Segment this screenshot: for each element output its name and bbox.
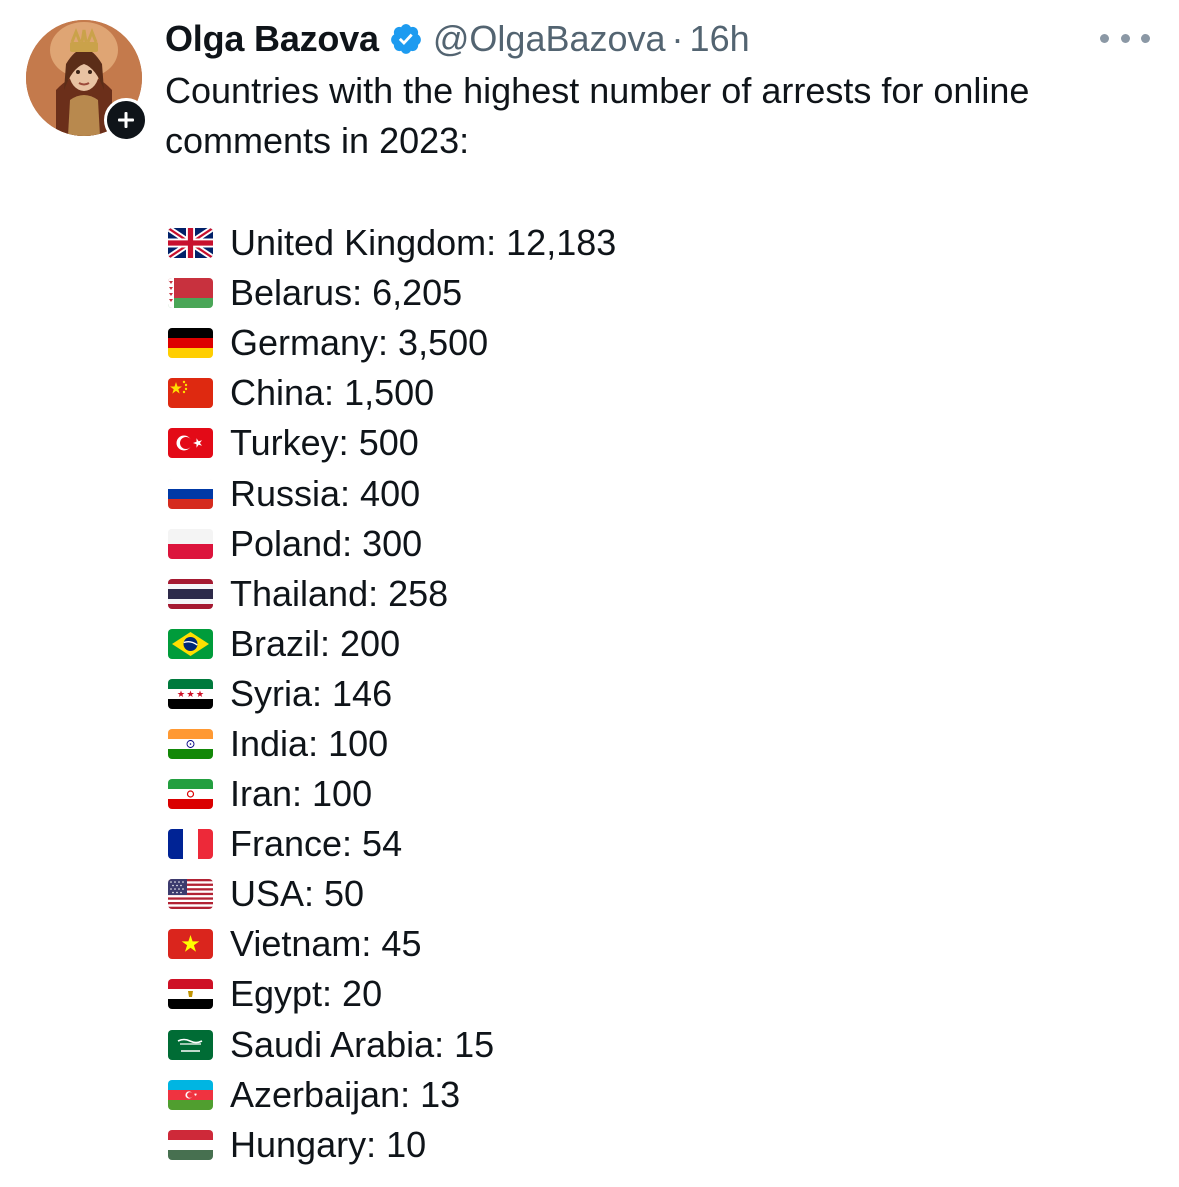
list-item: China: 1,500 [168, 368, 616, 418]
header-separator: · [671, 18, 684, 59]
list-item: USA: 50 [168, 869, 616, 919]
follow-button[interactable] [104, 98, 148, 142]
list-item: Germany: 3,500 [168, 318, 616, 368]
flag-vietnam-icon [168, 929, 213, 960]
more-dot [1120, 33, 1130, 43]
list-item: Iran: 100 [168, 769, 616, 819]
tweet-intro: Countries with the highest number of arr… [165, 70, 1030, 161]
verified-badge-icon [389, 22, 423, 56]
list-item-text: Vietnam: 45 [230, 923, 422, 965]
list-item: Turkey: 500 [168, 418, 616, 468]
list-item-text: Hungary: 10 [230, 1123, 427, 1165]
more-dot [1100, 33, 1109, 43]
list-item-text: France: 54 [230, 823, 403, 865]
list-item-text: Poland: 300 [230, 522, 423, 564]
author-name[interactable]: Olga Bazova [165, 18, 379, 60]
flag-uk-icon [168, 228, 213, 259]
list-item: Vietnam: 45 [168, 919, 616, 969]
flag-turkey-icon [168, 428, 213, 459]
flag-poland-icon [168, 528, 213, 559]
flag-germany-icon [168, 328, 213, 359]
flag-thailand-icon [168, 578, 213, 609]
list-item-text: Azerbaijan: 13 [230, 1073, 461, 1115]
flag-usa-icon [168, 879, 213, 910]
flag-hungary-icon [168, 1129, 213, 1160]
more-horizontal-icon[interactable] [1100, 28, 1150, 48]
list-item-text: Iran: 100 [230, 773, 373, 815]
list-item: Poland: 300 [168, 519, 616, 569]
list-item: Belarus: 6,205 [168, 268, 616, 318]
list-item-text: China: 1,500 [230, 372, 435, 414]
flag-iran-icon [168, 779, 213, 810]
flag-saudi-arabia-icon [168, 1029, 213, 1060]
list-item: Brazil: 200 [168, 619, 616, 669]
avatar-container[interactable] [26, 20, 148, 142]
list-item-text: Saudi Arabia: 15 [230, 1023, 495, 1065]
list-item-text: USA: 50 [230, 873, 365, 915]
list-item-text: Belarus: 6,205 [230, 272, 463, 314]
list-item-text: India: 100 [230, 722, 389, 764]
flag-syria-icon [168, 678, 213, 709]
list-item: Russia: 400 [168, 468, 616, 518]
list-item: Egypt: 20 [168, 969, 616, 1019]
list-item-text: Egypt: 20 [230, 973, 383, 1015]
list-item: France: 54 [168, 819, 616, 869]
list-item: Syria: 146 [168, 669, 616, 719]
tweet-header: Olga Bazova @OlgaBazova · 16h [165, 14, 750, 64]
list-item-text: Germany: 3,500 [230, 322, 489, 364]
flag-china-icon [168, 378, 213, 409]
plus-icon [118, 112, 134, 128]
list-item-text: Turkey: 500 [230, 422, 419, 464]
country-list: United Kingdom: 12,183 Belarus: 6,205 Germ… [168, 218, 616, 1170]
list-item-text: United Kingdom: 12,183 [230, 222, 617, 264]
post-time[interactable]: 16h [690, 18, 750, 60]
flag-egypt-icon [168, 979, 213, 1010]
list-item: Hungary: 10 [168, 1120, 616, 1170]
flag-france-icon [168, 829, 213, 860]
list-item-text: Russia: 400 [230, 472, 421, 514]
list-item: Saudi Arabia: 15 [168, 1020, 616, 1070]
flag-azerbaijan-icon [168, 1079, 213, 1110]
list-item: India: 100 [168, 719, 616, 769]
author-handle[interactable]: @OlgaBazova [433, 18, 666, 60]
list-item-text: Brazil: 200 [230, 622, 401, 664]
list-item-text: Syria: 146 [230, 672, 393, 714]
list-item: United Kingdom: 12,183 [168, 218, 616, 268]
list-item-text: Thailand: 258 [230, 572, 449, 614]
list-item: Azerbaijan: 13 [168, 1070, 616, 1120]
tweet-text: Countries with the highest number of arr… [165, 66, 1155, 166]
flag-brazil-icon [168, 628, 213, 659]
flag-india-icon [168, 728, 213, 759]
more-dot [1141, 33, 1150, 43]
list-item: Thailand: 258 [168, 569, 616, 619]
flag-belarus-icon [168, 278, 213, 309]
flag-russia-icon [168, 478, 213, 509]
